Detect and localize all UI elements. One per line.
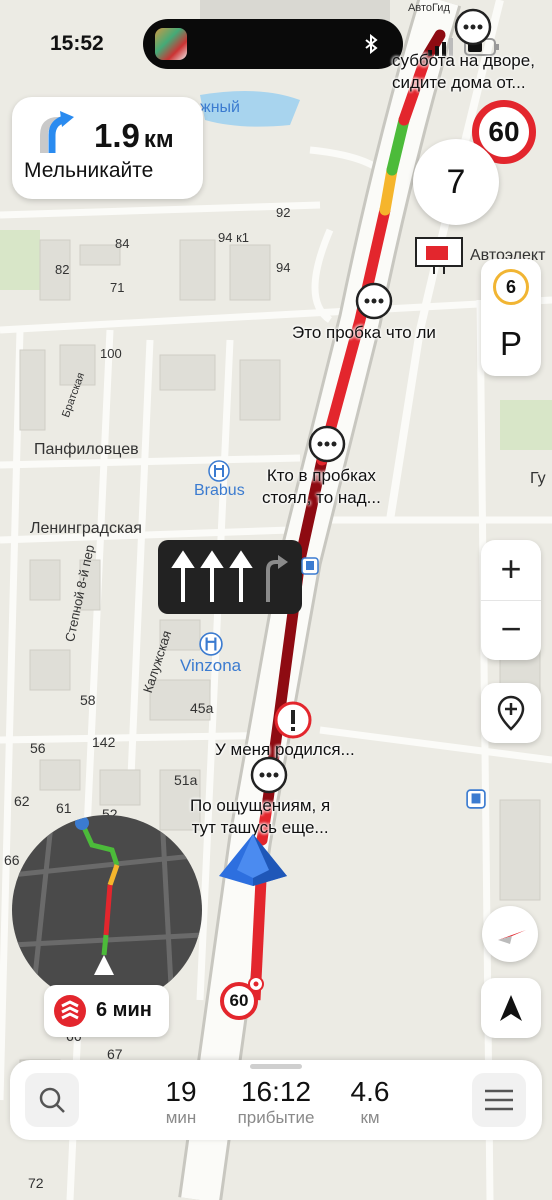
poi-label: Brabus xyxy=(194,482,245,499)
chat-bubble-icon[interactable] xyxy=(454,8,492,46)
zoom-out-button[interactable]: − xyxy=(481,600,541,660)
street-label-leningradskaya: Ленинградская xyxy=(30,520,142,537)
map-pin-plus-icon xyxy=(497,695,525,731)
chat-bubble-icon[interactable] xyxy=(250,756,288,794)
turn-right-icon xyxy=(40,111,74,153)
current-speed: 7 xyxy=(413,139,499,225)
minimap-route xyxy=(12,815,202,1005)
street-label-panfilovtsev: Панфиловцев xyxy=(34,441,139,458)
trip-summary-bar[interactable]: 19 мин 16:12 прибытие 4.6 км xyxy=(10,1060,542,1140)
house-number: 72 xyxy=(28,1175,44,1191)
house-number: 58 xyxy=(80,692,96,708)
map-layers-panel[interactable]: 6 P xyxy=(481,259,541,376)
maneuver-street: Мельникайте xyxy=(24,159,154,182)
wrench-icon xyxy=(198,632,223,656)
label-gu: Гу xyxy=(530,470,546,487)
menu-icon xyxy=(485,1089,513,1111)
zoom-in-button[interactable]: + xyxy=(481,540,541,600)
poi-label: Vinzona xyxy=(180,656,242,675)
parking-button[interactable]: P xyxy=(481,325,541,363)
poi-vinzona[interactable]: Vinzona xyxy=(180,632,241,676)
house-number: 56 xyxy=(30,740,46,756)
house-number: 82 xyxy=(55,262,70,277)
poi-brabus[interactable]: Brabus xyxy=(194,460,245,500)
sheet-handle[interactable] xyxy=(250,1064,302,1069)
house-number: 45а xyxy=(190,700,214,716)
compass-icon xyxy=(498,930,526,944)
house-number: 94 к1 xyxy=(218,230,249,245)
overview-minimap[interactable] xyxy=(12,815,202,1005)
warning-icon[interactable] xyxy=(274,701,312,739)
label-pond: жный xyxy=(200,99,240,116)
search-icon xyxy=(39,1087,65,1113)
wrench-icon xyxy=(208,460,231,482)
house-number: 61 xyxy=(56,800,72,816)
maneuver-distance: 1.9 км xyxy=(94,117,174,154)
lane-arrows-icon xyxy=(171,550,288,602)
trip-arrival-value: 16:12 xyxy=(240,1076,312,1107)
media-thumbnail xyxy=(155,28,187,60)
chat-bubble-icon[interactable] xyxy=(355,282,393,320)
chat-bubble-icon[interactable] xyxy=(308,425,346,463)
trip-duration-label: мин xyxy=(165,1108,197,1127)
traffic-jam-icon xyxy=(54,995,86,1027)
billboard-icon xyxy=(415,237,463,274)
trip-distance-value: 4.6 xyxy=(350,1076,390,1107)
trip-arrival: 16:12 прибытие xyxy=(226,1076,326,1128)
camera-icon xyxy=(248,976,264,992)
house-number: 71 xyxy=(110,280,125,295)
poi-avtoelektro[interactable] xyxy=(414,236,464,281)
user-location-icon xyxy=(219,834,287,886)
traffic-delay-time: 6 мин xyxy=(96,999,152,1021)
menu-button[interactable] xyxy=(472,1073,526,1127)
recenter-button[interactable] xyxy=(481,978,541,1038)
dynamic-island[interactable] xyxy=(143,19,403,69)
status-time: 15:52 xyxy=(50,32,104,55)
trip-distance-label: км xyxy=(360,1108,380,1127)
house-number: 142 xyxy=(92,734,116,750)
house-number: 66 xyxy=(4,852,20,868)
traffic-level-badge[interactable]: 6 xyxy=(493,269,529,305)
bus-stop-icon xyxy=(301,557,319,575)
trip-arrival-label: прибытие xyxy=(237,1108,315,1127)
house-number: 100 xyxy=(100,346,122,361)
road-message[interactable]: Это пробка что ли xyxy=(292,322,436,344)
speed-camera-sign[interactable]: 60 xyxy=(220,976,264,1022)
trip-duration: 19 мин xyxy=(155,1076,207,1128)
road-message[interactable]: Кто в пробках стоял, то над... xyxy=(262,465,381,509)
bus-stop-icon xyxy=(466,789,486,809)
trip-duration-value: 19 xyxy=(165,1076,197,1107)
house-number: 94 xyxy=(276,260,291,275)
add-poi-button[interactable] xyxy=(481,683,541,743)
zoom-controls: + − xyxy=(481,540,541,660)
house-number: 62 xyxy=(14,793,30,809)
trip-distance: 4.6 км xyxy=(342,1076,398,1128)
navigation-arrow-icon xyxy=(500,995,522,1021)
bluetooth-icon xyxy=(365,34,378,54)
street-label-avtogid: АвтоГид xyxy=(408,2,450,14)
traffic-delay-card[interactable]: 6 мин xyxy=(44,985,169,1037)
house-number: 51а xyxy=(174,772,198,788)
search-button[interactable] xyxy=(25,1073,79,1127)
compass-button[interactable] xyxy=(482,906,538,962)
house-number: 84 xyxy=(115,236,130,251)
lane-guidance xyxy=(158,540,302,614)
maneuver-card[interactable]: 1.9 км Мельникайте xyxy=(12,97,203,199)
house-number: 92 xyxy=(276,205,291,220)
road-message[interactable]: суббота на дворе, сидите дома от... xyxy=(392,50,535,94)
